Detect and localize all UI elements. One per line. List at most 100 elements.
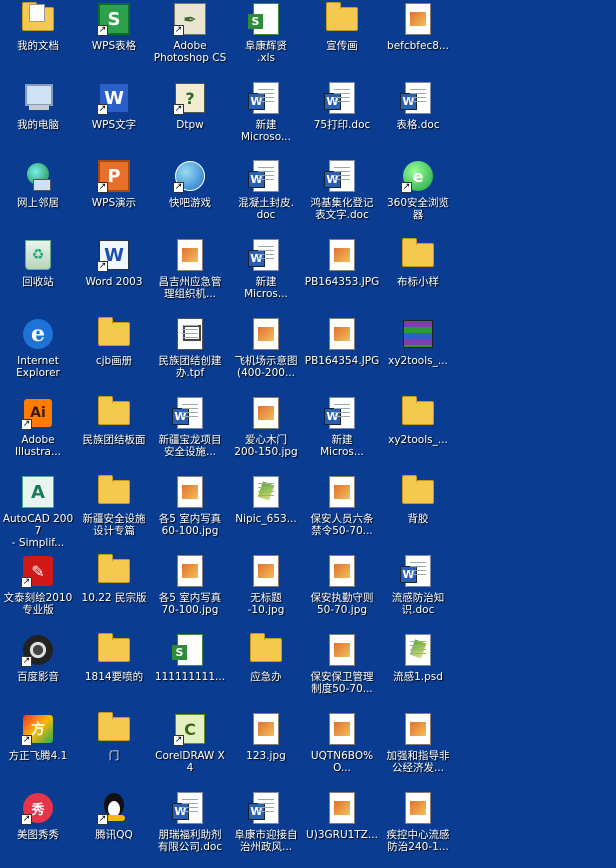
icon-label[interactable]: 360安全浏览 器 xyxy=(380,197,456,221)
network-places-shortcut[interactable]: 网上邻居 xyxy=(0,157,76,236)
icon-label[interactable]: 美图秀秀 xyxy=(0,829,76,841)
icon-label[interactable]: 文泰刻绘2010 专业版 xyxy=(0,592,76,616)
icon-label[interactable]: 回收站 xyxy=(0,276,76,288)
jpg-123-file-shortcut[interactable]: 123.jpg xyxy=(228,710,304,789)
pb164354-file-icon[interactable] xyxy=(325,317,359,351)
wps-spreadsheet-icon[interactable]: S ↗ xyxy=(97,2,131,36)
my-documents-shortcut[interactable]: 我的文档 xyxy=(0,0,76,79)
changji-emergency-file-shortcut[interactable]: 昌吉州应急管 理组织机... xyxy=(152,236,228,315)
wentai-carving-icon[interactable]: ✎ ↗ xyxy=(21,554,55,588)
icon-label[interactable]: befcbfec8... xyxy=(380,40,456,52)
dtpw-shortcut[interactable]: ? ↗ Dtpw xyxy=(152,79,228,158)
recycle-bin-icon[interactable]: ♻ xyxy=(21,238,55,272)
security-duty-file-shortcut[interactable]: 保安执勤守则 50-70.jpg xyxy=(304,552,380,631)
photoshop-shortcut[interactable]: ✒ ↗ Adobe Photoshop CS xyxy=(152,0,228,79)
my-computer-shortcut[interactable]: 我的电脑 xyxy=(0,79,76,158)
icon-label[interactable]: 加强和指导非 公经济发... xyxy=(380,750,456,774)
nipic-file-shortcut[interactable]: Nipic_653... xyxy=(228,473,304,552)
minzong-folder-shortcut[interactable]: 10.22 民宗版 xyxy=(76,552,152,631)
icon-label[interactable]: 混凝土封皮. doc xyxy=(228,197,304,221)
cloth-sample-folder-shortcut[interactable]: 布标小样 xyxy=(380,236,456,315)
promo-folder-icon[interactable] xyxy=(325,2,359,36)
icon-label[interactable]: 我的文档 xyxy=(0,40,76,52)
icon-label[interactable]: 10.22 民宗版 xyxy=(76,592,152,604)
my-computer-icon[interactable] xyxy=(21,81,55,115)
internet-explorer-shortcut[interactable]: e Internet Explorer xyxy=(0,315,76,394)
untitled-file-shortcut[interactable]: 无标题 -10.jpg xyxy=(228,552,304,631)
indoor-photo-60-file-icon[interactable] xyxy=(173,475,207,509)
icon-label[interactable]: 保安人员六条 禁令50-70... xyxy=(304,513,380,537)
concrete-cover-doc-icon[interactable]: W xyxy=(248,159,283,193)
icon-label[interactable]: 新疆宝龙项目 安全设施... xyxy=(152,434,228,458)
cdc-flu-file-icon[interactable] xyxy=(401,791,435,825)
icon-label[interactable]: 新疆安全设施 设计专篇 xyxy=(76,513,152,537)
icon-label[interactable]: PB164353.JPG xyxy=(304,276,380,288)
emergency-office-folder-icon[interactable] xyxy=(249,633,283,667)
icon-label[interactable]: 布标小样 xyxy=(380,276,456,288)
adobe-illustrator-shortcut[interactable]: Ai ↗ Adobe Illustra... xyxy=(0,394,76,473)
icon-label[interactable]: 流感防治知 识.doc xyxy=(380,592,456,616)
print75-doc-shortcut[interactable]: W 75打印.doc xyxy=(304,79,380,158)
airport-diagram-file-shortcut[interactable]: 飞机场示意图 (400-200... xyxy=(228,315,304,394)
xinjiang-baolong-doc-icon[interactable]: W xyxy=(172,396,207,430)
icon-label[interactable]: WPS表格 xyxy=(76,40,152,52)
aixin-gate-file-shortcut[interactable]: 爱心木门 200-150.jpg xyxy=(228,394,304,473)
icon-label[interactable]: xy2tools_... xyxy=(380,434,456,446)
icon-label[interactable]: 民族团结创建 办.tpf xyxy=(152,355,228,379)
flu-psd-file-shortcut[interactable]: 流感1.psd xyxy=(380,631,456,710)
pengruifu-doc-icon[interactable]: W xyxy=(172,791,207,825)
fukang-xls-file-shortcut[interactable]: S 阜康辉贤 .xls xyxy=(228,0,304,79)
indoor-photo-70-file-shortcut[interactable]: 各5 室内写真 70-100.jpg xyxy=(152,552,228,631)
icon-label[interactable]: 腾讯QQ xyxy=(76,829,152,841)
icon-label[interactable]: 表格.doc xyxy=(380,119,456,131)
icon-label[interactable]: Dtpw xyxy=(152,119,228,131)
photoshop-icon[interactable]: ✒ ↗ xyxy=(173,2,207,36)
icon-label[interactable]: 1814要喷的 xyxy=(76,671,152,683)
strengthen-guide-file-icon[interactable] xyxy=(401,712,435,746)
word-2003-shortcut[interactable]: W ↗ Word 2003 xyxy=(76,236,152,315)
icon-label[interactable]: 新建 Micros... xyxy=(304,434,380,458)
jpg-123-file-icon[interactable] xyxy=(249,712,283,746)
hongji-doc-shortcut[interactable]: W 鸿基集化登记 表文字.doc xyxy=(304,157,380,236)
uqtn-file-icon[interactable] xyxy=(325,712,359,746)
icon-label[interactable]: 阜康辉贤 .xls xyxy=(228,40,304,64)
kuaiba-game-shortcut[interactable]: ↗ 快吧游戏 xyxy=(152,157,228,236)
security-mgmt-file-shortcut[interactable]: 保安保卫管理 制度50-70... xyxy=(304,631,380,710)
icon-label[interactable]: WPS文字 xyxy=(76,119,152,131)
icon-label[interactable]: 各5 室内写真 70-100.jpg xyxy=(152,592,228,616)
icon-label[interactable]: 123.jpg xyxy=(228,750,304,762)
icon-label[interactable]: 昌吉州应急管 理组织机... xyxy=(152,276,228,300)
minzu-board-folder-shortcut[interactable]: 民族团结板面 xyxy=(76,394,152,473)
wps-spreadsheet-shortcut[interactable]: S ↗ WPS表格 xyxy=(76,0,152,79)
icon-label[interactable]: CorelDRAW X4 xyxy=(152,750,228,774)
security-six-rules-file-icon[interactable] xyxy=(325,475,359,509)
icon-label[interactable]: 飞机场示意图 (400-200... xyxy=(228,355,304,379)
wentai-carving-shortcut[interactable]: ✎ ↗ 文泰刻绘2010 专业版 xyxy=(0,552,76,631)
icon-label[interactable]: 保安执勤守则 50-70.jpg xyxy=(304,592,380,616)
kuaiba-game-icon[interactable]: ↗ xyxy=(173,159,207,193)
internet-explorer-icon[interactable]: e xyxy=(21,317,55,351)
icon-label[interactable]: Adobe Photoshop CS xyxy=(152,40,228,64)
wps-writer-icon[interactable]: W ↗ xyxy=(97,81,131,115)
icon-label[interactable]: 方正飞腾4.1 xyxy=(0,750,76,762)
door-folder-shortcut[interactable]: 门 xyxy=(76,710,152,789)
icon-label[interactable]: 爱心木门 200-150.jpg xyxy=(228,434,304,458)
new-microsoft-doc-1-icon[interactable]: W xyxy=(248,81,283,115)
uqtn-file-shortcut[interactable]: UQTN6BO%O... xyxy=(304,710,380,789)
xy2tools-1-icon[interactable] xyxy=(401,317,435,351)
xinjiang-safety-folder-icon[interactable] xyxy=(97,475,131,509)
pb164353-file-shortcut[interactable]: PB164353.JPG xyxy=(304,236,380,315)
icon-label[interactable]: U)3GRU1TZ... xyxy=(304,829,380,841)
icon-label[interactable]: 宣传画 xyxy=(304,40,380,52)
icon-label[interactable]: 民族团结板面 xyxy=(76,434,152,446)
cdc-flu-file-shortcut[interactable]: 疾控中心流感 防治240-1... xyxy=(380,789,456,868)
baidu-player-shortcut[interactable]: ↗ 百度影音 xyxy=(0,631,76,710)
meitu-icon[interactable]: 秀 ↗ xyxy=(21,791,55,825)
fukang-xls-file-icon[interactable]: S xyxy=(248,2,283,36)
xls-111-file-icon[interactable]: S xyxy=(172,633,207,667)
icon-label[interactable]: Adobe Illustra... xyxy=(0,434,76,458)
icon-label[interactable]: 朋瑞福利助剂 有限公司.doc xyxy=(152,829,228,853)
cjb-folder-icon[interactable] xyxy=(97,317,131,351)
coreldraw-shortcut[interactable]: C ↗ CorelDRAW X4 xyxy=(152,710,228,789)
nipic-file-icon[interactable] xyxy=(249,475,283,509)
